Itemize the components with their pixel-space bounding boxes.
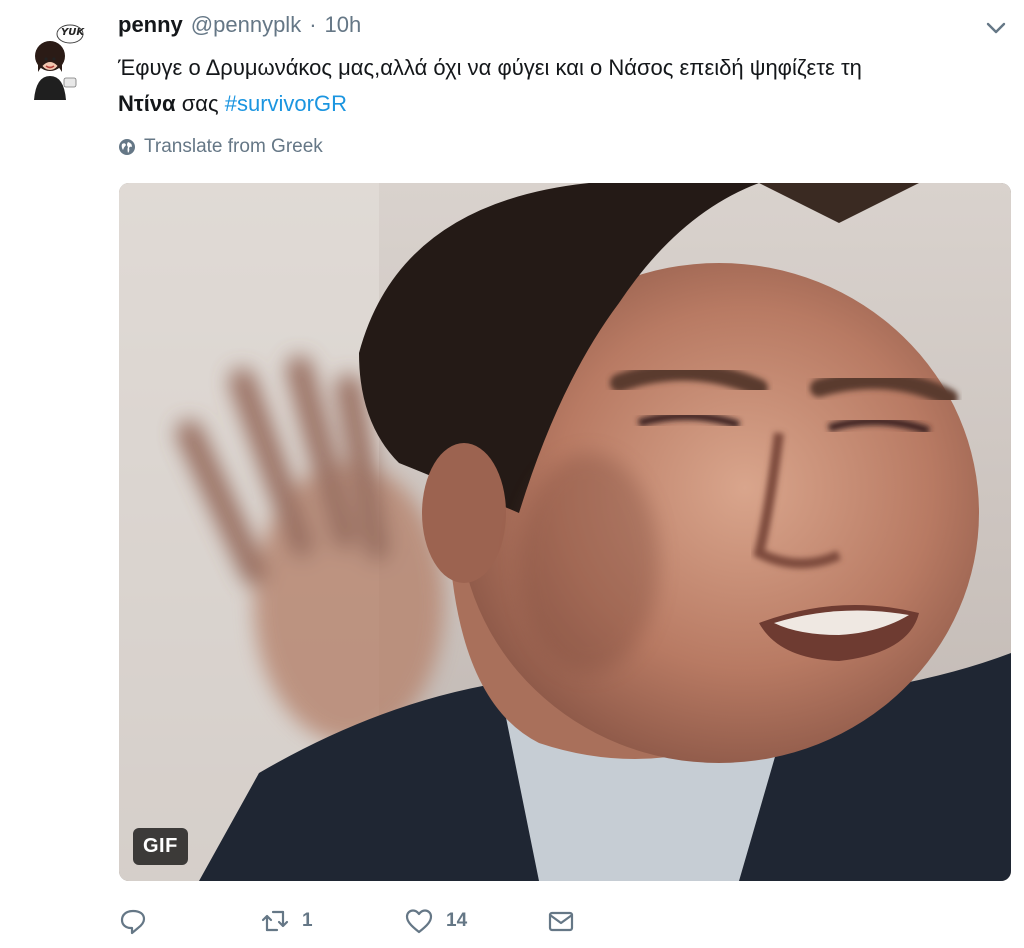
tweet-card: YUK penny @pennyplk · 10h Έφυγε ο Δρυμων… [0,0,1024,948]
display-name[interactable]: penny [118,12,183,38]
heart-icon [404,906,434,936]
globe-icon [118,138,136,156]
direct-message-button[interactable] [546,906,576,936]
retweet-button[interactable]: 1 [260,906,313,936]
tweet-text-line1: Έφυγε ο Δρυμωνάκος μας,αλλά όχι να φύγει… [118,55,862,80]
reply-button[interactable] [118,906,148,936]
reply-icon [118,906,148,936]
gif-frame-image [119,183,1011,881]
retweet-icon [260,906,290,936]
retweet-count: 1 [302,910,313,931]
timestamp[interactable]: 10h [325,12,362,38]
separator-dot: · [309,12,317,37]
tweet-actions: 1 14 [118,900,978,942]
tweet-text: Έφυγε ο Δρυμωνάκος μας,αλλά όχι να φύγει… [118,50,998,122]
envelope-icon [546,906,576,936]
gif-media[interactable]: GIF [119,183,1011,881]
translate-link[interactable]: Translate from Greek [118,134,323,160]
more-options-button[interactable] [982,18,1010,38]
hashtag-link[interactable]: #survivorGR [225,91,347,116]
avatar-badge-text: YUK [61,27,85,38]
tweet-text-after: σας [181,91,219,116]
tweet-header: penny @pennyplk · 10h [118,12,361,42]
chevron-down-icon [982,18,1010,38]
like-button[interactable]: 14 [404,906,467,936]
like-count: 14 [446,910,468,931]
bold-word: Ντίνα [118,91,176,116]
translate-label: Translate from Greek [144,136,323,157]
user-handle[interactable]: @pennyplk [191,12,301,38]
tweet-text-line2: Ντίνα σας #survivorGR [118,86,998,122]
avatar[interactable]: YUK [20,22,84,102]
gif-badge: GIF [133,828,188,865]
